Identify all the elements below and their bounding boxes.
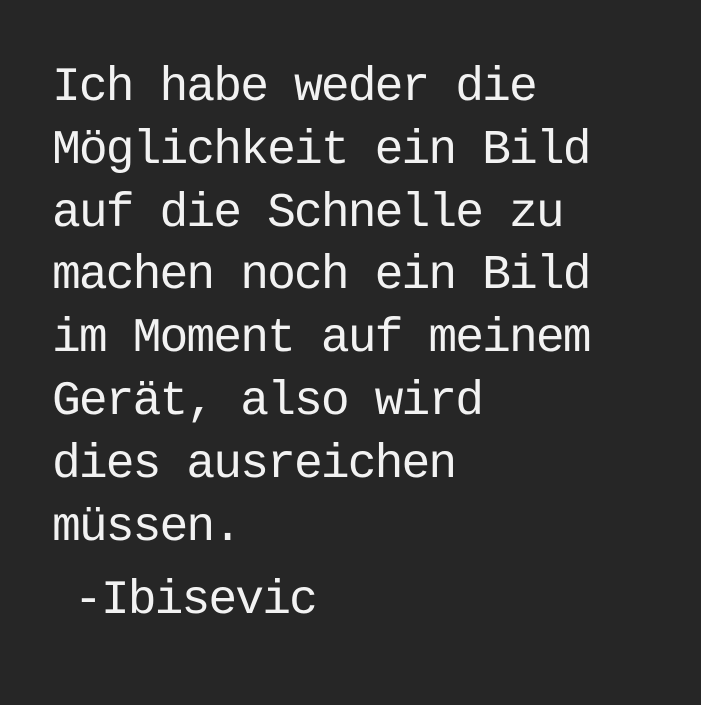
quote-line-4: machen noch ein Bild (52, 249, 592, 304)
quote-line-8: müssen. (52, 500, 242, 555)
quote-line-5: im Moment auf meinem (52, 312, 592, 367)
quote-card: Ich habe weder die Möglichkeit ein Bild … (0, 0, 701, 705)
quote-text: Ich habe weder die Möglichkeit ein Bild … (52, 57, 592, 559)
quote-attribution: -Ibisevic (74, 574, 318, 628)
quote-line-1: Ich habe weder die (52, 61, 538, 115)
quote-line-7: dies ausreichen (52, 437, 457, 492)
quote-line-6: Gerät, also wird (52, 374, 484, 429)
quote-line-2: Möglichkeit ein Bild (52, 123, 592, 178)
quote-line-3: auf die Schnelle zu (52, 186, 565, 241)
